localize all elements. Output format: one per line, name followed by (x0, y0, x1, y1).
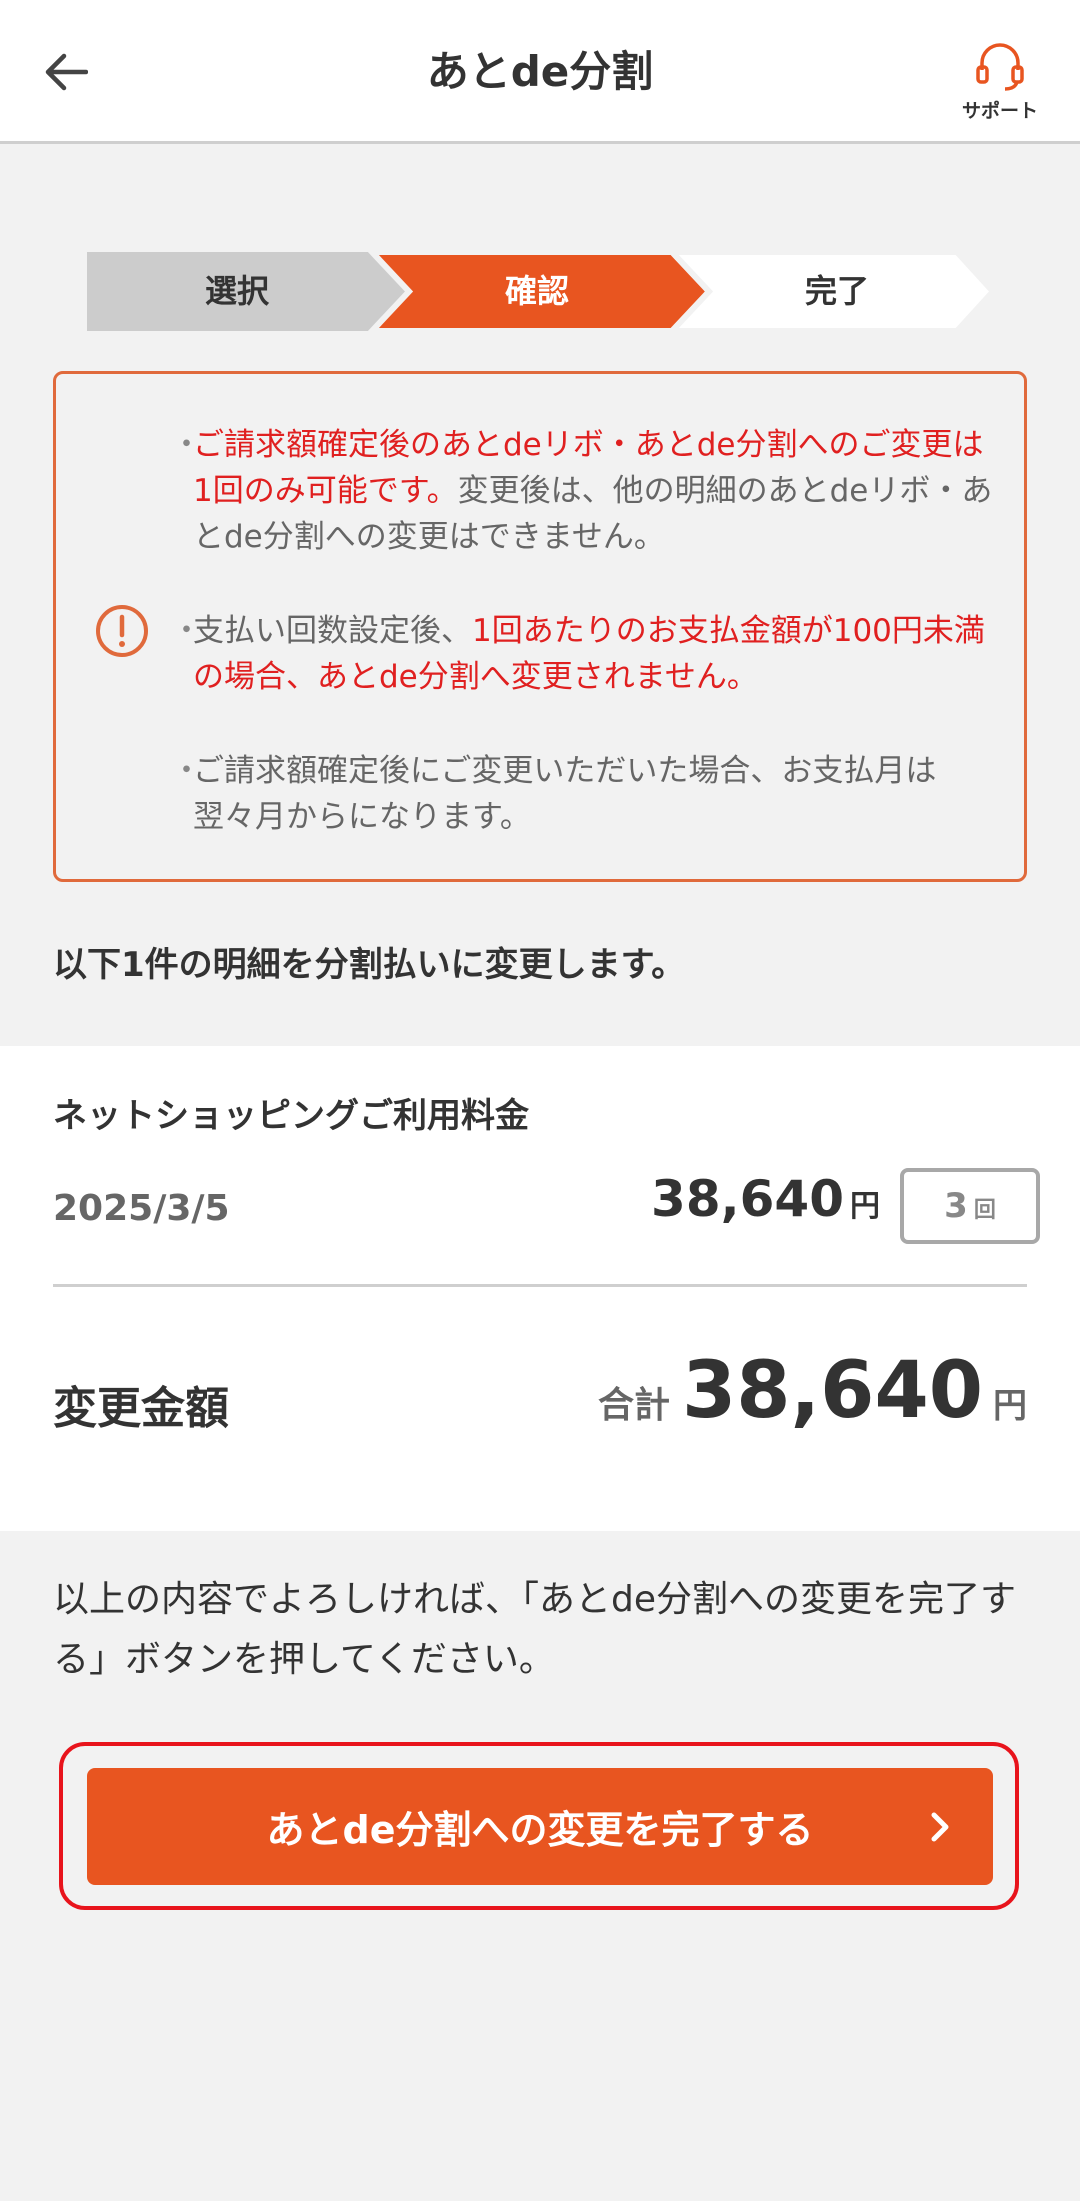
notice-item-2: ・ 支払い回数設定後、1回あたりのお支払金額が100円未満の場合、あとde分割へ… (171, 613, 985, 695)
chevron-right-icon (931, 1812, 949, 1842)
exclamation-circle-icon (96, 605, 148, 657)
support-button[interactable]: サポート (940, 40, 1060, 126)
step-complete: 完了 (804, 272, 869, 310)
notice-box: ・ ご請求額確定後のあとdeリボ・あとde分割へのご変更は1回のみ可能です。変更… (53, 371, 1027, 882)
app-header: あとde分割 サポート (0, 0, 1080, 144)
statement-card: ネットショッピングご利用料金 2025/3/5 38,640 円 3回 変更金額 … (0, 1046, 1080, 1531)
item-title: ネットショッピングご利用料金 (53, 1096, 529, 1136)
instruction-text: 以上の内容でよろしければ、「あとde分割への変更を完了する」ボタンを押してくださ… (53, 1579, 1017, 1680)
complete-button-label: あとde分割への変更を完了する (266, 1808, 814, 1852)
headset-icon (976, 43, 1024, 91)
support-label: サポート (961, 100, 1038, 122)
installment-count-box[interactable]: 3回 (900, 1168, 1040, 1244)
divider (53, 1284, 1027, 1287)
total-label: 変更金額 (53, 1383, 229, 1434)
item-date: 2025/3/5 (53, 1188, 230, 1229)
item-amount: 38,640 円 (651, 1170, 880, 1228)
step-select: 選択 (204, 272, 269, 310)
step-confirm: 確認 (504, 272, 569, 310)
intro-text: 以下1件の明細を分割払いに変更します。 (53, 945, 686, 985)
complete-change-button[interactable]: あとde分割への変更を完了する (87, 1768, 993, 1885)
progress-stepper: 選択 確認 完了 (87, 252, 993, 331)
page-title: あとde分割 (426, 47, 654, 96)
notice-item-3: ・ ご請求額確定後にご変更いただいた場合、お支払月は翌々月からになります。 (171, 753, 937, 835)
total-value: 合計 38,640 円 (597, 1346, 1027, 1436)
notice-item-1: ・ ご請求額確定後のあとdeリボ・あとde分割へのご変更は1回のみ可能です。変更… (171, 427, 993, 555)
